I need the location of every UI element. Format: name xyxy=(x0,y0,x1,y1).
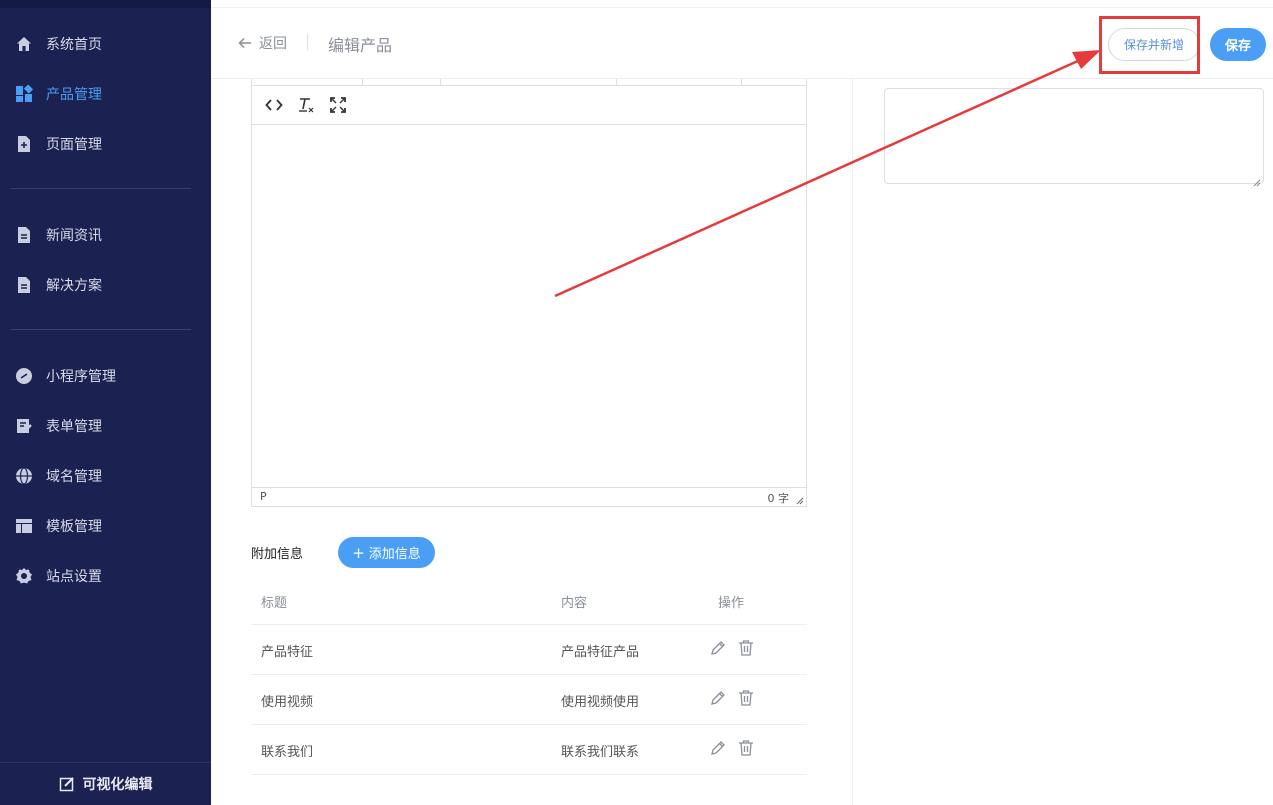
home-icon xyxy=(15,35,33,53)
row-title: 联系我们 xyxy=(261,745,314,760)
visual-edit-button[interactable]: 可视化编辑 xyxy=(0,762,211,805)
table-header: 标题 内容 操作 xyxy=(251,576,807,625)
edit-pencil-icon[interactable] xyxy=(709,639,727,657)
table-row: 产品特征 产品特征产品 xyxy=(251,625,807,675)
sidebar-divider xyxy=(11,188,191,189)
column-header-title: 标题 xyxy=(261,596,288,611)
sidebar: 系统首页 产品管理 页面管理 新闻资讯 解决方案 小程序管理 表单管理 域名管理… xyxy=(0,0,211,805)
add-info-button[interactable]: + 添加信息 xyxy=(338,537,435,568)
sidebar-item-forms[interactable]: 表单管理 xyxy=(0,406,211,446)
link-icon xyxy=(15,367,33,385)
sidebar-item-miniprogram[interactable]: 小程序管理 xyxy=(0,356,211,396)
sidebar-top-bar xyxy=(0,0,211,8)
layout-icon xyxy=(15,517,33,535)
sidebar-item-label: 站点设置 xyxy=(46,569,102,585)
edit-icon xyxy=(59,776,75,792)
visual-edit-label: 可视化编辑 xyxy=(82,777,153,793)
code-icon[interactable] xyxy=(264,95,284,115)
table-row: 联系我们 联系我们联系 xyxy=(251,725,807,775)
document-icon xyxy=(15,226,33,244)
clear-format-icon[interactable] xyxy=(296,95,316,115)
page-add-icon xyxy=(15,135,33,153)
sidebar-item-label: 小程序管理 xyxy=(46,369,116,385)
column-divider xyxy=(852,79,853,805)
sidebar-item-label: 新闻资讯 xyxy=(46,228,102,244)
sidebar-item-home[interactable]: 系统首页 xyxy=(0,24,211,64)
table-row: 使用视频 使用视频使用 xyxy=(251,675,807,725)
editor-toolbar xyxy=(252,86,806,125)
sidebar-item-label: 页面管理 xyxy=(46,137,102,153)
sidebar-item-label: 模板管理 xyxy=(46,519,102,535)
save-button[interactable]: 保存 xyxy=(1210,28,1266,61)
sidebar-divider xyxy=(11,329,191,330)
sidebar-item-label: 域名管理 xyxy=(46,469,102,485)
annotation-highlight-box xyxy=(1099,16,1200,74)
form-edit-icon xyxy=(15,417,33,435)
header-top-strip xyxy=(211,0,1273,8)
row-content: 使用视频使用 xyxy=(561,695,640,710)
sidebar-item-settings[interactable]: 站点设置 xyxy=(0,556,211,596)
fullscreen-icon[interactable] xyxy=(328,95,348,115)
rich-text-editor[interactable]: P 0 字 xyxy=(251,85,807,507)
plus-icon: + xyxy=(352,543,365,562)
row-content: 产品特征产品 xyxy=(561,645,640,660)
back-label: 返回 xyxy=(259,36,287,52)
sidebar-item-label: 解决方案 xyxy=(46,278,102,294)
row-content: 联系我们联系 xyxy=(561,745,640,760)
back-button[interactable]: 返回 xyxy=(237,33,287,53)
row-title: 产品特征 xyxy=(261,645,314,660)
page-title: 编辑产品 xyxy=(328,36,393,55)
editor-content-area[interactable] xyxy=(252,126,806,488)
sidebar-item-products[interactable]: 产品管理 xyxy=(0,74,211,114)
document-icon xyxy=(15,276,33,294)
sidebar-item-pages[interactable]: 页面管理 xyxy=(0,124,211,164)
column-header-content: 内容 xyxy=(561,596,588,611)
sidebar-item-solutions[interactable]: 解决方案 xyxy=(0,265,211,305)
sidebar-item-news[interactable]: 新闻资讯 xyxy=(0,215,211,255)
editor-statusbar: P 0 字 xyxy=(252,487,806,506)
additional-info-label: 附加信息 xyxy=(251,547,304,562)
sidebar-item-templates[interactable]: 模板管理 xyxy=(0,506,211,546)
edit-pencil-icon[interactable] xyxy=(709,689,727,707)
description-textarea[interactable] xyxy=(884,88,1264,187)
add-info-label: 添加信息 xyxy=(368,547,421,562)
sidebar-item-label: 表单管理 xyxy=(46,419,102,435)
trash-icon[interactable] xyxy=(737,739,755,757)
header-separator xyxy=(307,34,308,50)
header: 返回 编辑产品 保存并新增 保存 xyxy=(211,8,1273,79)
globe-icon xyxy=(15,467,33,485)
column-header-actions: 操作 xyxy=(718,596,745,611)
editor-element-path: P xyxy=(260,490,267,503)
editor-word-count: 0 字 xyxy=(767,492,790,505)
arrow-left-icon xyxy=(237,35,253,51)
edit-pencil-icon[interactable] xyxy=(709,739,727,757)
dashboard-icon xyxy=(15,85,33,103)
trash-icon[interactable] xyxy=(737,639,755,657)
sidebar-item-label: 产品管理 xyxy=(46,87,102,103)
trash-icon[interactable] xyxy=(737,689,755,707)
sidebar-item-domains[interactable]: 域名管理 xyxy=(0,456,211,496)
sidebar-item-label: 系统首页 xyxy=(46,37,102,53)
row-title: 使用视频 xyxy=(261,695,314,710)
additional-info-table: 标题 内容 操作 产品特征 产品特征产品 使用视频 使用视频使用 联系我们 联系… xyxy=(251,576,807,775)
resize-handle-icon[interactable] xyxy=(795,495,804,505)
gear-icon xyxy=(15,567,33,585)
resize-handle-icon[interactable] xyxy=(1252,172,1261,187)
